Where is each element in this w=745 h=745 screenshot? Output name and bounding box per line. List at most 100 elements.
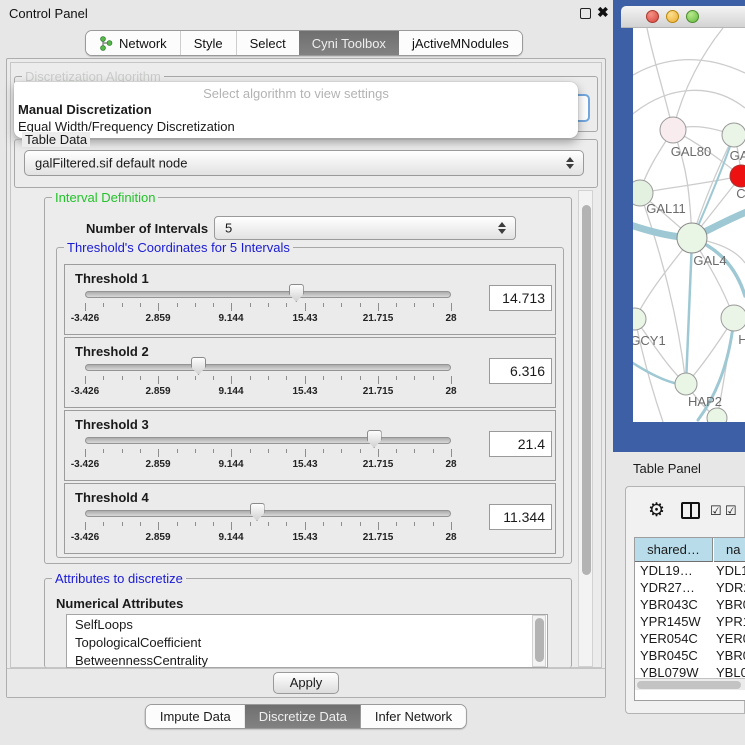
tab-discretize-data[interactable]: Discretize Data <box>245 705 361 728</box>
node-hap2[interactable] <box>675 373 697 395</box>
tab-jactivemnodules[interactable]: jActiveMNodules <box>399 31 522 55</box>
split-columns-icon[interactable] <box>681 502 700 519</box>
threshold-4-panel: Threshold 4 -3.426 2.859 9.144 15.43 21.… <box>64 483 556 554</box>
panel-title: Control Panel <box>9 6 88 21</box>
table-row[interactable]: YDR27…YDR2 <box>635 579 745 596</box>
algorithm-dropdown-popup: Select algorithm to view settings Manual… <box>14 82 578 138</box>
table-row[interactable]: YPR145WYPR1 <box>635 613 745 630</box>
apply-button[interactable]: Apply <box>273 672 339 694</box>
tab-style[interactable]: Style <box>180 31 236 55</box>
panel-scrollbar[interactable] <box>578 190 593 667</box>
checkbox-icon[interactable]: ☑ <box>725 503 737 519</box>
tick-label: 21.715 <box>348 459 408 470</box>
tick-label: 28 <box>421 532 481 543</box>
tick-label: 9.144 <box>201 532 261 543</box>
tab-impute-data-label: Impute Data <box>160 709 231 724</box>
node-bottom[interactable] <box>707 408 727 422</box>
table-row[interactable]: YBL079WYBL0 <box>635 664 745 678</box>
threshold-4-slider-track[interactable] <box>85 510 451 517</box>
threshold-2-label: Threshold 2 <box>75 344 149 359</box>
network-view-window: GAL80 GA C GAL11 GAL4 GCY1 H HAP2 <box>613 0 745 452</box>
checkbox-icon[interactable]: ☑ <box>710 503 722 519</box>
threshold-4-label: Threshold 4 <box>75 490 149 505</box>
table-horizontal-scrollbar[interactable] <box>635 678 745 690</box>
threshold-3-slider-thumb[interactable] <box>367 430 382 448</box>
table-panel-title: Table Panel <box>633 461 701 476</box>
tick-label: 21.715 <box>348 532 408 543</box>
tab-infer-network[interactable]: Infer Network <box>361 705 466 728</box>
tab-cyni-toolbox-label: Cyni Toolbox <box>312 36 386 51</box>
threshold-3-label: Threshold 3 <box>75 417 149 432</box>
tick-label: 9.144 <box>201 386 261 397</box>
control-panel-titlebar: Control Panel ✖ <box>0 0 613 26</box>
tab-cyni-toolbox[interactable]: Cyni Toolbox <box>299 31 399 55</box>
column-header-name[interactable]: na <box>714 538 745 562</box>
threshold-2-ticks <box>65 376 555 386</box>
network-window-titlebar[interactable] <box>621 6 745 28</box>
node-label: HAP2 <box>688 394 722 409</box>
tick-label: 28 <box>421 313 481 324</box>
threshold-1-ticks <box>65 303 555 313</box>
threshold-2-value-field[interactable]: 6.316 <box>489 358 552 384</box>
threshold-3-slider-track[interactable] <box>85 437 451 444</box>
thresholds-group-label: Threshold's Coordinates for 5 Intervals <box>64 240 293 255</box>
table-data-combobox[interactable]: galFiltered.sif default node <box>24 150 584 176</box>
zoom-traffic-light[interactable] <box>686 10 699 23</box>
num-intervals-spinner[interactable]: 5 <box>214 216 516 240</box>
node-gcy1[interactable] <box>633 308 646 330</box>
threshold-3-value-field[interactable]: 21.4 <box>489 431 552 457</box>
network-canvas[interactable]: GAL80 GA C GAL11 GAL4 GCY1 H HAP2 <box>633 28 745 422</box>
table-row[interactable]: YDL19…YDL1 <box>635 562 745 579</box>
threshold-2-panel: Threshold 2 -3.426 2.859 9.144 15.43 21.… <box>64 337 556 408</box>
node-gal80[interactable] <box>660 117 686 143</box>
numerical-attributes-heading: Numerical Attributes <box>56 596 183 611</box>
threshold-1-label: Threshold 1 <box>75 271 149 286</box>
threshold-1-slider-track[interactable] <box>85 291 451 298</box>
threshold-1-slider-thumb[interactable] <box>289 284 304 302</box>
close-traffic-light[interactable] <box>646 10 659 23</box>
threshold-1-value-field[interactable]: 14.713 <box>489 285 552 311</box>
list-item[interactable]: TopologicalCoefficient <box>67 633 547 651</box>
close-icon[interactable]: ✖ <box>597 4 609 21</box>
tick-label: 2.859 <box>128 532 188 543</box>
list-item[interactable]: BetweennessCentrality <box>67 651 547 668</box>
node-label: GAL80 <box>671 144 711 159</box>
num-intervals-value: 5 <box>225 221 232 236</box>
node-label: C <box>736 186 745 201</box>
tick-label: 15.43 <box>275 313 335 324</box>
threshold-2-slider-thumb[interactable] <box>191 357 206 375</box>
table-row[interactable]: YER054CYER0 <box>635 630 745 647</box>
tick-label: 2.859 <box>128 459 188 470</box>
node-gal4[interactable] <box>677 223 707 253</box>
node-label: GAL4 <box>693 253 726 268</box>
column-header-shared-name[interactable]: shared… <box>635 538 713 562</box>
minimize-traffic-light[interactable] <box>666 10 679 23</box>
threshold-2-slider-track[interactable] <box>85 364 451 371</box>
tick-label: -3.426 <box>55 532 115 543</box>
node-selected-red[interactable] <box>730 165 745 187</box>
node-label: GCY1 <box>633 333 666 348</box>
tab-select[interactable]: Select <box>236 31 299 55</box>
tab-select-label: Select <box>250 36 286 51</box>
tick-label: 15.43 <box>275 459 335 470</box>
threshold-4-slider-thumb[interactable] <box>250 503 265 521</box>
node-partial-low-right[interactable] <box>721 305 745 331</box>
tick-label: 21.715 <box>348 313 408 324</box>
tab-network[interactable]: Network <box>86 31 180 55</box>
tab-discretize-data-label: Discretize Data <box>259 709 347 724</box>
attributes-list-scrollbar[interactable] <box>532 615 546 667</box>
node-partial-top-right[interactable] <box>722 123 745 147</box>
dropdown-option-manual[interactable]: Manual Discretization <box>18 102 152 117</box>
tick-label: 2.859 <box>128 386 188 397</box>
float-icon[interactable] <box>580 8 591 19</box>
tab-impute-data[interactable]: Impute Data <box>146 705 245 728</box>
list-item[interactable]: SelfLoops <box>67 615 547 633</box>
threshold-1-panel: Threshold 1 -3.426 2.859 9.144 15.43 21.… <box>64 264 556 335</box>
tick-label: 28 <box>421 459 481 470</box>
table-row[interactable]: YBR045CYBR0 <box>635 647 745 664</box>
gear-icon[interactable]: ⚙ <box>648 499 665 522</box>
network-icon <box>99 36 113 51</box>
tab-jactivemnodules-label: jActiveMNodules <box>412 36 509 51</box>
threshold-4-value-field[interactable]: 11.344 <box>489 504 552 530</box>
table-row[interactable]: YBR043CYBR0 <box>635 596 745 613</box>
